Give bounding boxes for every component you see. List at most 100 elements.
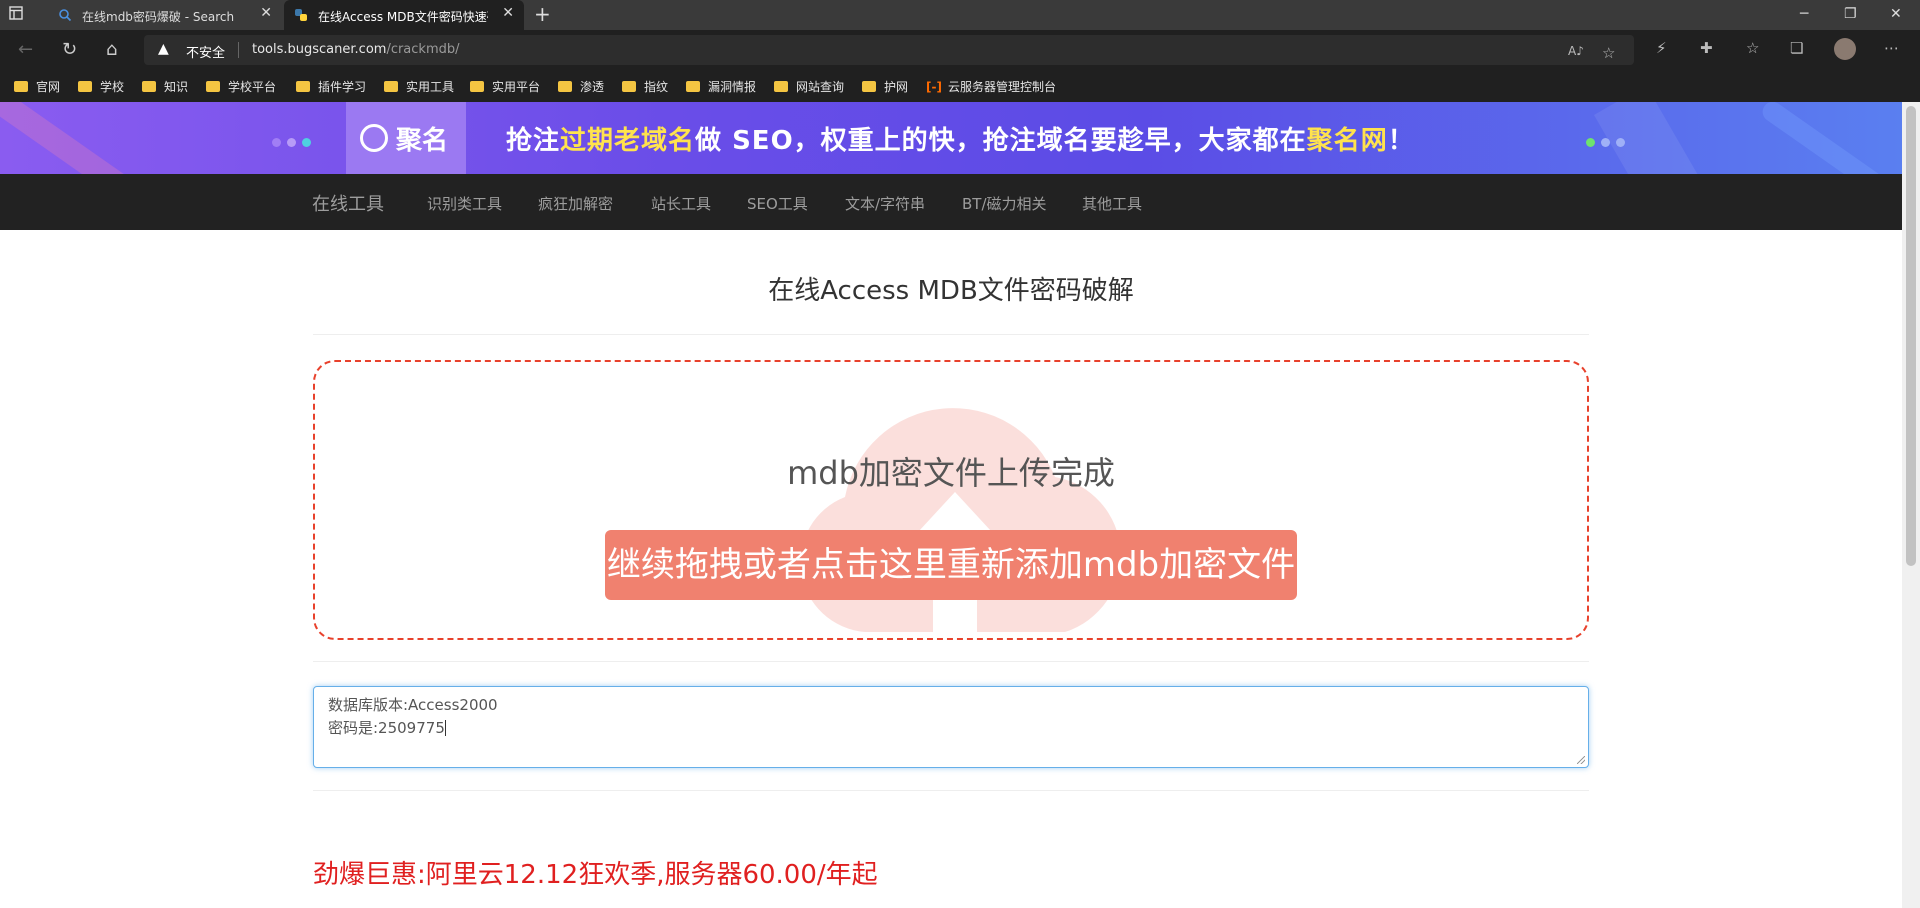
address-input[interactable]: ▲ 不安全 tools.bugscaner.com/crackmdb/ A♪ ☆ bbox=[144, 35, 1634, 65]
re-add-file-button[interactable]: 继续拖拽或者点击这里重新添加mdb加密文件 bbox=[605, 530, 1297, 600]
page-scrollbar[interactable] bbox=[1902, 102, 1920, 908]
bookmark-label: 实用平台 bbox=[492, 80, 541, 94]
scrollbar-thumb[interactable] bbox=[1906, 106, 1916, 566]
bookmarks-bar: 官网 学校 知识 学校平台 插件学习 实用工具 实用平台 渗透 指纹 漏洞情报 … bbox=[0, 70, 1920, 102]
bookmark-label: 实用工具 bbox=[406, 80, 455, 94]
slogan-part: 抢注 bbox=[506, 126, 561, 156]
cloud-upload-icon bbox=[800, 408, 1121, 632]
divider bbox=[238, 42, 239, 58]
nav-item[interactable]: SEO工具 bbox=[747, 193, 808, 214]
slogan-part: 做 SEO，权重上的快，抢注域名要趁早，大家都在 bbox=[695, 126, 1307, 156]
nav-item[interactable]: 其他工具 bbox=[1082, 193, 1142, 214]
bookmark-item[interactable]: 知识 bbox=[142, 78, 188, 95]
folder-icon bbox=[774, 81, 788, 92]
extensions-puzzle-icon[interactable]: ✚ bbox=[1700, 39, 1713, 57]
nav-item[interactable]: 文本/字符串 bbox=[845, 193, 925, 214]
slogan-highlight: 过期老域名 bbox=[560, 126, 696, 156]
bookmark-item[interactable]: [-] 云服务器管理控制台 bbox=[926, 78, 1056, 95]
avatar[interactable] bbox=[1834, 38, 1856, 60]
bookmark-label: 插件学习 bbox=[318, 80, 367, 94]
bookmark-item[interactable]: 实用平台 bbox=[470, 78, 540, 95]
logo-ring-icon bbox=[360, 124, 388, 152]
page-title: 在线Access MDB文件密码破解 bbox=[768, 276, 1134, 306]
folder-icon bbox=[470, 81, 484, 92]
banner-dots bbox=[1586, 132, 1631, 151]
bookmark-item[interactable]: 官网 bbox=[14, 78, 60, 95]
close-tab-icon[interactable]: ✕ bbox=[502, 5, 514, 21]
url-host: tools.bugscaner.com bbox=[252, 42, 387, 57]
browser-tab-search[interactable]: 在线mdb密码爆破 - Search ✕ bbox=[48, 0, 282, 30]
python-favicon-icon bbox=[294, 8, 308, 22]
restore-icon[interactable]: ❐ bbox=[1844, 6, 1857, 22]
file-dropzone[interactable]: mdb加密文件上传完成 继续拖拽或者点击这里重新添加mdb加密文件 bbox=[313, 360, 1589, 640]
slogan-part: ！ bbox=[1387, 126, 1415, 156]
collections-icon[interactable]: ❏ bbox=[1790, 39, 1803, 57]
folder-icon bbox=[686, 81, 700, 92]
bookmark-label: 云服务器管理控制台 bbox=[947, 80, 1056, 94]
tab-actions-icon[interactable] bbox=[8, 5, 38, 25]
bookmark-item[interactable]: 学校 bbox=[78, 78, 124, 95]
tab-title: 在线mdb密码爆破 - Search bbox=[82, 10, 235, 24]
tab-title: 在线Access MDB文件密码快速破解 bbox=[318, 10, 488, 24]
web-page: 聚名 抢注过期老域名做 SEO，权重上的快，抢注域名要趁早，大家都在聚名网！ 在… bbox=[0, 102, 1902, 908]
bookmark-item[interactable]: 学校平台 bbox=[206, 78, 276, 95]
bookmark-item[interactable]: 指纹 bbox=[622, 78, 668, 95]
bookmark-item[interactable]: 渗透 bbox=[558, 78, 604, 95]
bookmark-label: 知识 bbox=[164, 80, 189, 94]
back-icon[interactable]: ← bbox=[18, 39, 33, 60]
bookmark-item[interactable]: 网站查询 bbox=[774, 78, 844, 95]
text-caret bbox=[444, 720, 446, 736]
banner-slogan: 抢注过期老域名做 SEO，权重上的快，抢注域名要趁早，大家都在聚名网！ bbox=[506, 120, 1415, 157]
folder-icon bbox=[384, 81, 398, 92]
new-tab-button[interactable]: + bbox=[534, 2, 551, 26]
divider bbox=[313, 334, 1589, 335]
result-line-version: 数据库版本:Access2000 bbox=[328, 696, 498, 714]
divider bbox=[313, 790, 1589, 791]
folder-icon bbox=[622, 81, 636, 92]
result-textarea[interactable]: 数据库版本:Access2000 密码是:2509775 bbox=[313, 686, 1589, 768]
more-menu-icon[interactable]: ⋯ bbox=[1884, 39, 1899, 57]
bookmark-label: 护网 bbox=[884, 80, 909, 94]
read-aloud-icon[interactable]: A♪ bbox=[1568, 44, 1584, 58]
resize-grip-icon[interactable] bbox=[1577, 756, 1585, 764]
bookmark-item[interactable]: 漏洞情报 bbox=[686, 78, 756, 95]
url-text[interactable]: tools.bugscaner.com/crackmdb/ bbox=[252, 42, 460, 57]
browser-tab-active[interactable]: 在线Access MDB文件密码快速破解 ✕ bbox=[284, 0, 524, 30]
nav-item[interactable]: 识别类工具 bbox=[427, 193, 502, 214]
bookmark-label: 漏洞情报 bbox=[708, 80, 757, 94]
home-icon[interactable]: ⌂ bbox=[106, 39, 117, 60]
ad-banner[interactable]: 聚名 抢注过期老域名做 SEO，权重上的快，抢注域名要趁早，大家都在聚名网！ bbox=[0, 102, 1902, 174]
address-bar-row: ← ↻ ⌂ ▲ 不安全 tools.bugscaner.com/crackmdb… bbox=[0, 30, 1920, 70]
slogan-highlight: 聚名网 bbox=[1306, 126, 1388, 156]
logo-text: 聚名 bbox=[396, 126, 449, 156]
url-path: /crackmdb/ bbox=[386, 42, 460, 57]
folder-icon bbox=[142, 81, 156, 92]
warning-icon[interactable]: ▲ bbox=[158, 41, 169, 57]
banner-decoration bbox=[1758, 102, 1902, 174]
cloud-console-icon: [-] bbox=[926, 80, 942, 94]
minimize-icon[interactable]: ─ bbox=[1800, 6, 1808, 22]
nav-item[interactable]: 疯狂加解密 bbox=[538, 193, 613, 214]
promo-link[interactable]: 劲爆巨惠:阿里云12.12狂欢季,服务器60.00/年起 bbox=[313, 854, 878, 891]
bookmark-item[interactable]: 护网 bbox=[862, 78, 908, 95]
upload-status: mdb加密文件上传完成 bbox=[787, 454, 1115, 492]
bookmark-label: 学校平台 bbox=[228, 80, 277, 94]
banner-dots bbox=[272, 132, 317, 151]
nav-item[interactable]: BT/磁力相关 bbox=[962, 193, 1047, 214]
refresh-icon[interactable]: ↻ bbox=[62, 39, 77, 60]
bookmark-label: 官网 bbox=[36, 80, 61, 94]
folder-icon bbox=[206, 81, 220, 92]
folder-icon bbox=[558, 81, 572, 92]
nav-brand[interactable]: 在线工具 bbox=[312, 190, 384, 216]
close-window-icon[interactable]: ✕ bbox=[1890, 6, 1902, 22]
favorite-add-icon[interactable]: ☆ bbox=[1602, 44, 1615, 62]
banner-logo: 聚名 bbox=[346, 102, 466, 174]
nav-item[interactable]: 站长工具 bbox=[651, 193, 711, 214]
security-label[interactable]: 不安全 bbox=[186, 42, 225, 61]
bookmark-label: 指纹 bbox=[644, 80, 669, 94]
bookmark-item[interactable]: 插件学习 bbox=[296, 78, 366, 95]
extension-icon[interactable]: ⚡ bbox=[1656, 39, 1667, 57]
bookmark-item[interactable]: 实用工具 bbox=[384, 78, 454, 95]
favorites-icon[interactable]: ☆ bbox=[1746, 39, 1759, 57]
close-tab-icon[interactable]: ✕ bbox=[260, 5, 272, 21]
